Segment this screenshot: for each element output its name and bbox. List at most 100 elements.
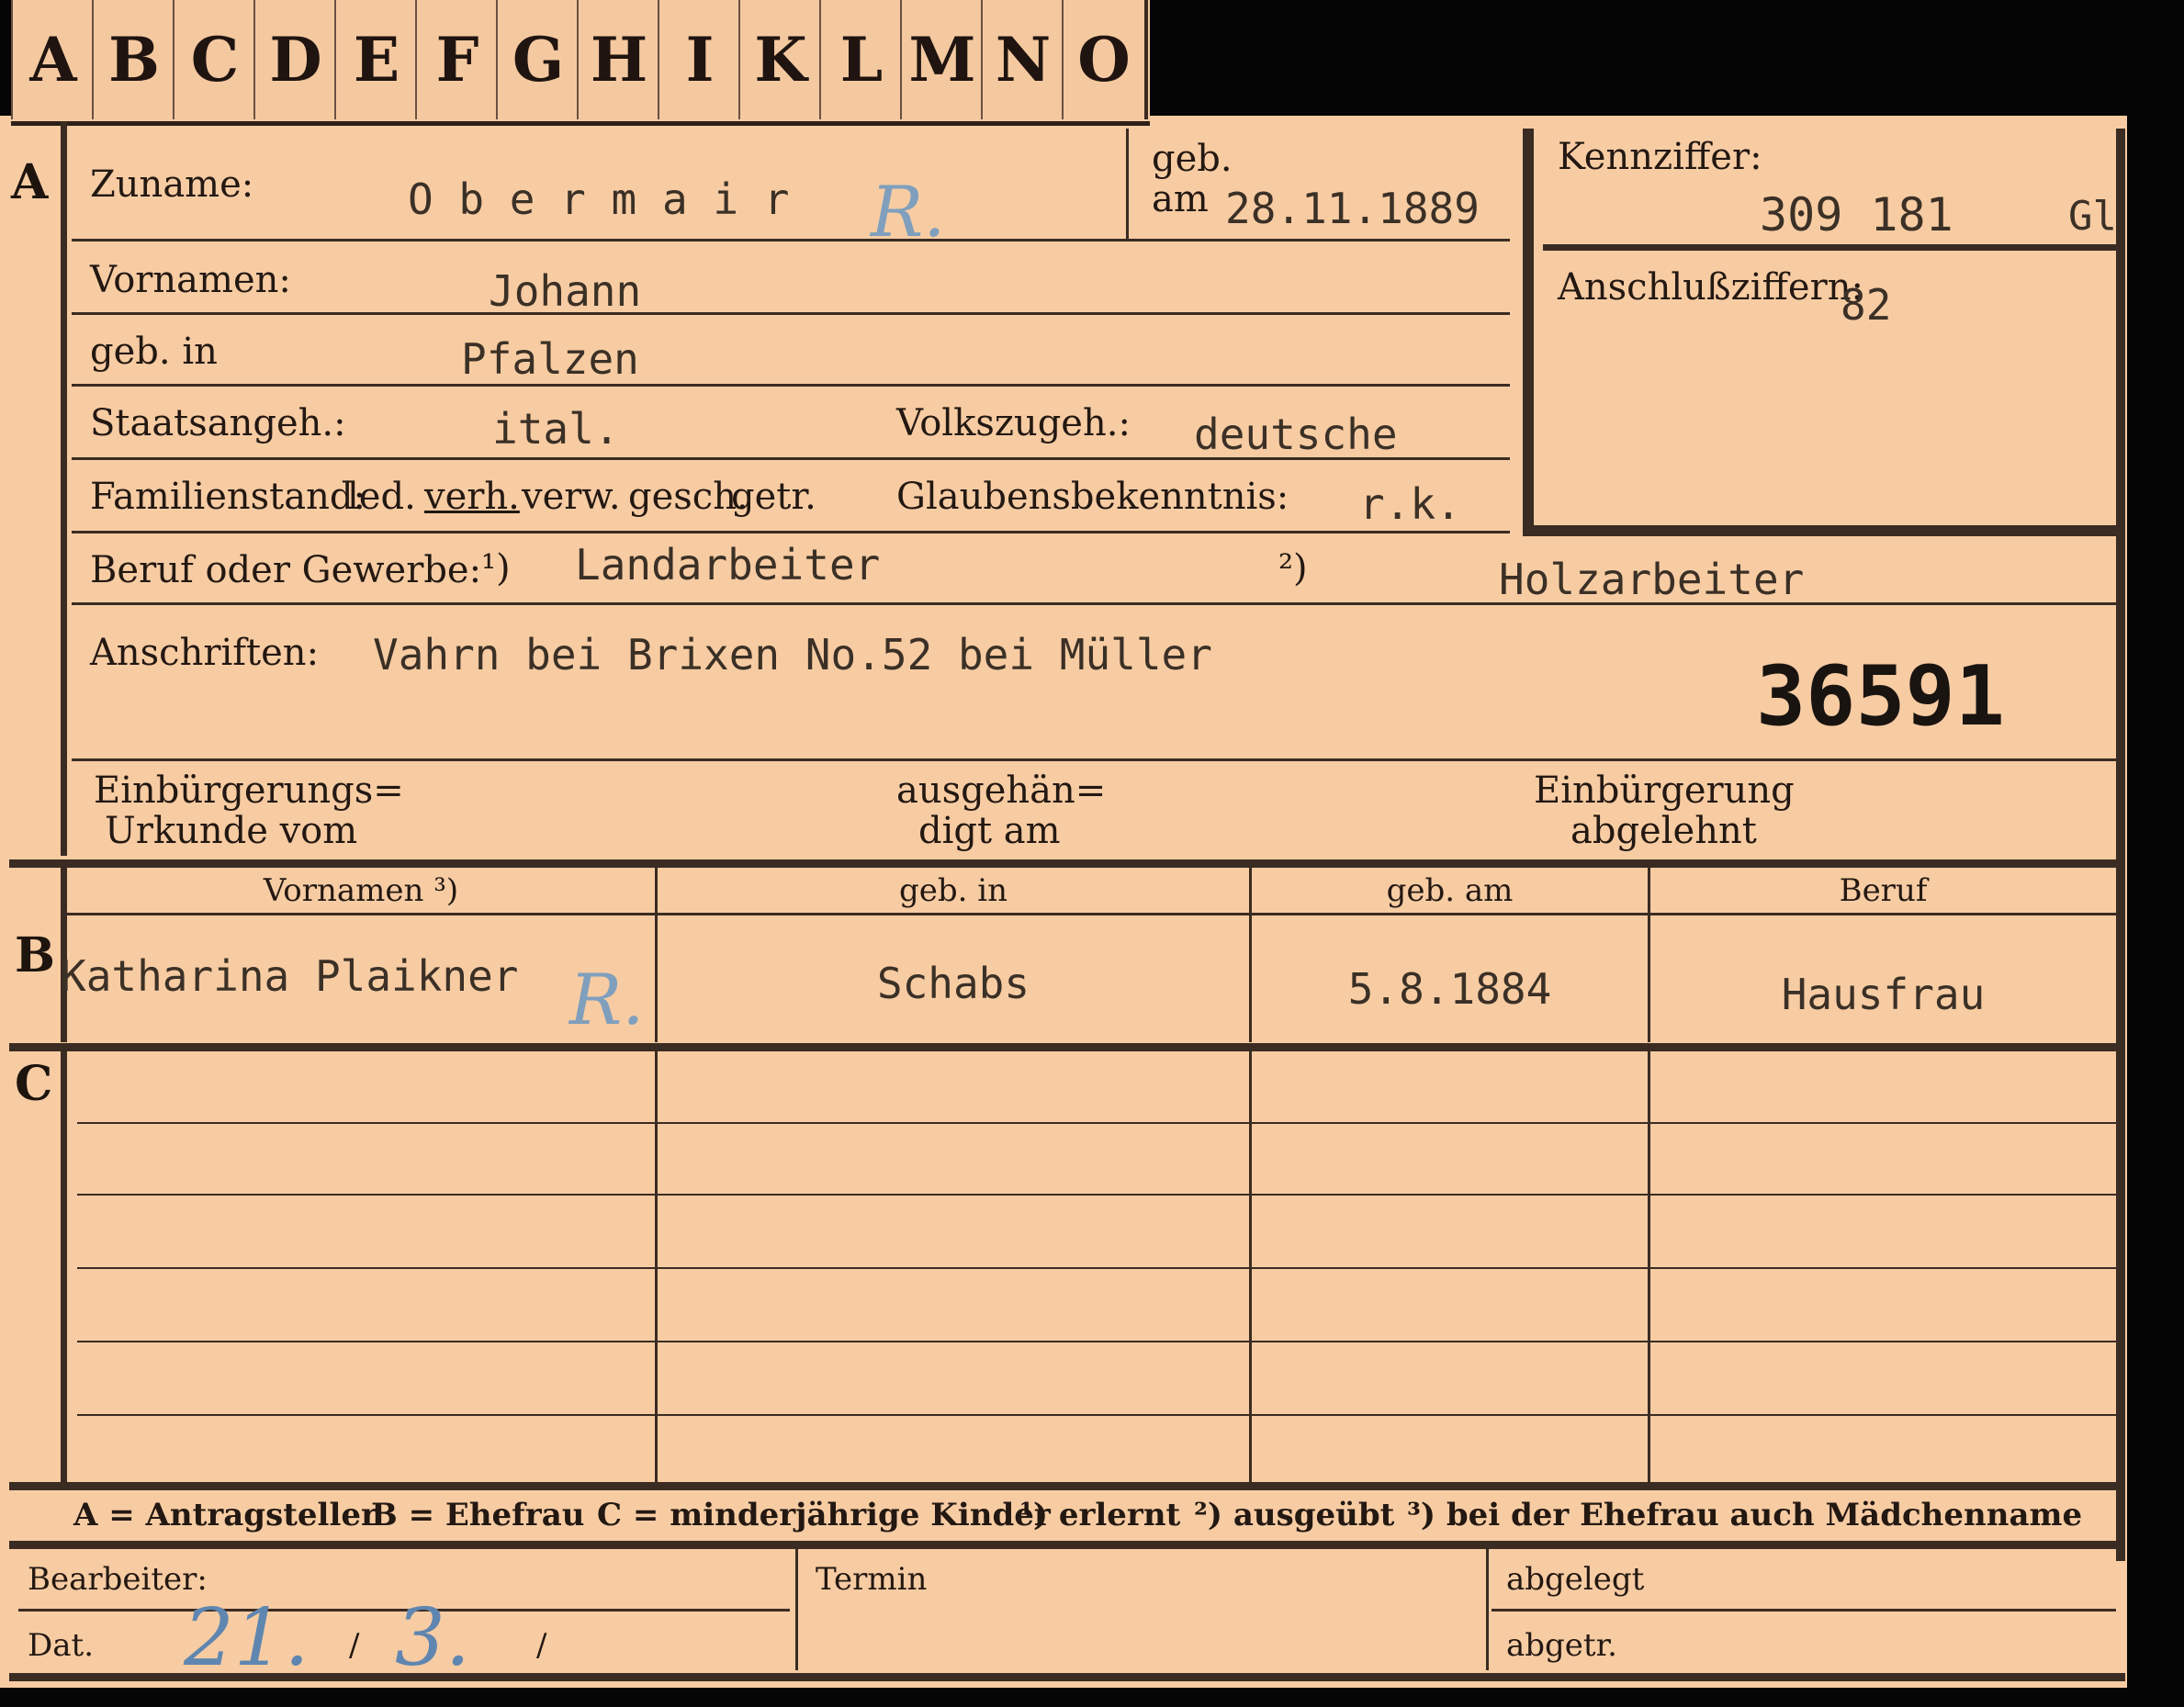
beruf-value-learned: Landarbeiter	[575, 540, 881, 590]
legend-b: B = Ehefrau	[371, 1497, 585, 1533]
handwritten-initial: R.	[569, 959, 645, 1040]
section-b-top-border	[9, 859, 2125, 868]
glauben-label: Glaubensbekenntnis:	[896, 476, 1289, 518]
legend-bottom-border	[9, 1541, 2125, 1549]
handwritten-date-month: 3.	[395, 1592, 471, 1684]
abgelegt-label: abgelegt	[1506, 1561, 1645, 1598]
familienstand-option-getr: getr.	[731, 476, 816, 518]
bearbeiter-label: Bearbeiter:	[28, 1561, 208, 1598]
date-label: Dat.	[28, 1627, 95, 1664]
section-c-left-rule	[61, 1051, 67, 1483]
row-rule	[72, 312, 1510, 315]
section-b-letter: B	[15, 927, 55, 983]
geb-label: geb.	[1152, 138, 1233, 180]
legend-top-border	[9, 1482, 2125, 1490]
geb-in-label: geb. in	[90, 331, 218, 373]
legend-note-3: ³) bei der Ehefrau auch Mädchenname	[1407, 1497, 2083, 1533]
row-rule	[72, 758, 2116, 761]
einbuergerung-urkunde-label-1: Einbürgerungs=	[94, 769, 404, 812]
tab-f[interactable]: F	[415, 0, 501, 119]
date-separator: /	[349, 1627, 360, 1664]
header-rule	[67, 913, 2116, 915]
tab-h[interactable]: H	[577, 0, 663, 119]
spouse-birthplace: Schabs	[876, 959, 1030, 1008]
footer-divider	[795, 1549, 798, 1670]
spouse-birth-date: 5.8.1884	[1347, 964, 1552, 1014]
row-rule	[72, 531, 1510, 533]
anschriften-label: Anschriften:	[90, 632, 320, 674]
volkszugeh-label: Volkszugeh.:	[896, 402, 1131, 444]
header-vornamen: Vornamen ³)	[263, 872, 459, 909]
card-right-border	[2116, 129, 2125, 1561]
children-row-rule	[77, 1267, 2116, 1269]
familienstand-label: Familienstand:	[90, 476, 366, 518]
beruf-value-practiced: Holzarbeiter	[1499, 555, 1805, 604]
anschluss-label: Anschlußziffern:	[1558, 266, 1863, 309]
am-label: am	[1152, 178, 1209, 220]
card-bottom-border	[9, 1673, 2125, 1681]
tab-b[interactable]: B	[92, 0, 178, 119]
legend-note-2: ²) ausgeübt	[1194, 1497, 1395, 1533]
tab-o[interactable]: O	[1062, 0, 1148, 119]
termin-label: Termin	[816, 1561, 928, 1598]
familienstand-option-verw: verw.	[522, 476, 621, 518]
header-geb-in: geb. in	[898, 872, 1008, 909]
children-row-rule	[77, 1341, 2116, 1342]
kennziffer-box-left-border	[1523, 129, 1534, 533]
handwritten-date-day: 21.	[184, 1592, 310, 1684]
kennziffer-divider	[1543, 244, 2122, 251]
spouse-name: Katharina Plaikner	[61, 951, 519, 1001]
einbuergerung-abgelehnt-label-1: Einbürgerung	[1534, 769, 1795, 812]
ausgehaendigt-label-1: ausgehän=	[896, 769, 1107, 812]
staatsangeh-value: ital.	[492, 404, 620, 454]
legend-a: A = Antragsteller	[73, 1497, 377, 1533]
familienstand-option-verh-selected: verh.	[424, 476, 520, 518]
tab-i[interactable]: I	[658, 0, 744, 119]
tab-a[interactable]: A	[11, 0, 97, 119]
children-row-rule	[77, 1414, 2116, 1416]
section-c-letter: C	[15, 1056, 53, 1112]
tab-e[interactable]: E	[334, 0, 421, 119]
tab-d[interactable]: D	[253, 0, 340, 119]
zuname-label: Zuname:	[90, 163, 254, 206]
geb-divider	[1126, 129, 1129, 239]
children-row-rule	[77, 1122, 2116, 1124]
vornamen-value: Johann	[489, 266, 642, 316]
staatsangeh-label: Staatsangeh.:	[90, 402, 346, 444]
beruf-footnote-1: ¹)	[481, 547, 511, 590]
zuname-value: O b e r m a i r	[408, 174, 790, 224]
beruf-label: Beruf oder Gewerbe:	[90, 549, 482, 591]
row-rule	[72, 602, 2116, 605]
row-rule	[72, 457, 1510, 460]
children-row-rule	[77, 1194, 2116, 1196]
ausgehaendigt-label-2: digt am	[918, 810, 1061, 852]
footer-row-rule	[1492, 1609, 2116, 1612]
stamp-number: 36591	[1756, 648, 2005, 745]
section-c-top-border	[9, 1043, 2125, 1051]
tab-m[interactable]: M	[900, 0, 986, 119]
tab-l[interactable]: L	[819, 0, 906, 119]
geb-in-value: Pfalzen	[461, 334, 639, 384]
tab-g[interactable]: G	[496, 0, 582, 119]
tab-n[interactable]: N	[981, 0, 1067, 119]
row-rule	[72, 384, 1510, 387]
einbuergerung-urkunde-label-2: Urkunde vom	[105, 810, 358, 852]
header-geb-am: geb. am	[1386, 872, 1514, 909]
tab-c[interactable]: C	[173, 0, 259, 119]
header-beruf: Beruf	[1839, 872, 1928, 909]
einbuergerung-abgelehnt-label-2: abgelehnt	[1570, 810, 1757, 852]
footer-divider	[1486, 1549, 1489, 1670]
familienstand-option-led: led.	[347, 476, 416, 518]
legend-c: C = minderjährige Kinder	[597, 1497, 1051, 1533]
beruf-footnote-2: ²)	[1278, 547, 1308, 590]
row-rule	[72, 239, 1510, 241]
anschriften-value: Vahrn bei Brixen No.52 bei Müller	[373, 630, 1212, 679]
abgetr-label: abgetr.	[1506, 1627, 1617, 1664]
tab-k[interactable]: K	[738, 0, 825, 119]
spouse-occupation: Hausfrau	[1781, 970, 1986, 1019]
kennziffer-suffix: Gl	[2068, 193, 2117, 240]
kennziffer-box-bottom-border	[1523, 525, 2125, 536]
date-separator: /	[536, 1627, 547, 1664]
glauben-value: r.k.	[1359, 479, 1461, 529]
kennziffer-value: 309 181	[1760, 188, 1953, 241]
